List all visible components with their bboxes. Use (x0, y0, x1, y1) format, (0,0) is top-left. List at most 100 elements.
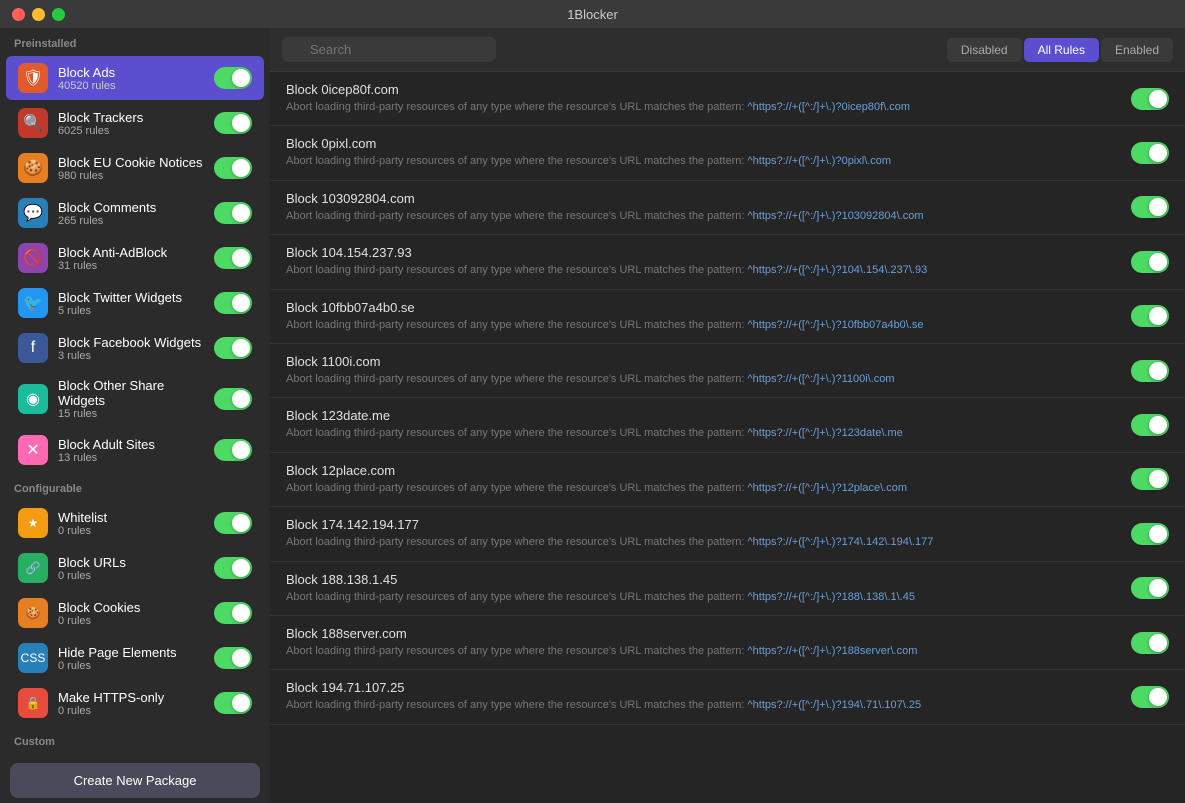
rule-text: Block 10fbb07a4b0.se Abort loading third… (286, 300, 1119, 333)
rule-pattern: ^https?://+([^:/]+\.)?0pixl\.com (747, 155, 891, 167)
rule-text: Block 188.138.1.45 Abort loading third-p… (286, 572, 1119, 605)
toggle-block-urls[interactable] (214, 557, 252, 579)
rule-text: Block 123date.me Abort loading third-par… (286, 408, 1119, 441)
toggle-block-adult[interactable] (214, 439, 252, 461)
rule-desc: Abort loading third-party resources of a… (286, 209, 1119, 224)
rule-item: Block 1100i.com Abort loading third-part… (270, 344, 1185, 398)
item-text-block-twitter: Block Twitter Widgets 5 rules (58, 290, 204, 317)
filter-enabled-button[interactable]: Enabled (1101, 38, 1173, 62)
rule-toggle[interactable] (1131, 414, 1169, 436)
rule-desc: Abort loading third-party resources of a… (286, 154, 1119, 169)
item-name-block-adult: Block Adult Sites (58, 437, 204, 452)
rule-item: Block 123date.me Abort loading third-par… (270, 398, 1185, 452)
close-button[interactable] (12, 8, 25, 21)
item-name-block-comments: Block Comments (58, 200, 204, 215)
sidebar-item-block-comments[interactable]: 💬 Block Comments 265 rules (6, 191, 264, 235)
rule-toggle[interactable] (1131, 251, 1169, 273)
rule-item: Block 188.138.1.45 Abort loading third-p… (270, 562, 1185, 616)
rule-text: Block 174.142.194.177 Abort loading thir… (286, 517, 1119, 550)
rule-title: Block 0icep80f.com (286, 82, 1119, 97)
item-name-block-urls: Block URLs (58, 555, 204, 570)
sidebar-item-make-https[interactable]: 🔒 Make HTTPS-only 0 rules (6, 681, 264, 725)
maximize-button[interactable] (52, 8, 65, 21)
rule-desc: Abort loading third-party resources of a… (286, 426, 1119, 441)
rule-toggle[interactable] (1131, 360, 1169, 382)
item-text-block-cookies: Block Cookies 0 rules (58, 600, 204, 627)
custom-section-label: Custom (0, 726, 270, 753)
toggle-block-twitter[interactable] (214, 292, 252, 314)
sidebar-item-block-urls[interactable]: 🔗 Block URLs 0 rules (6, 546, 264, 590)
rules-list: Block 0icep80f.com Abort loading third-p… (270, 72, 1185, 803)
item-rules-block-facebook: 3 rules (58, 350, 204, 362)
item-text-block-trackers: Block Trackers 6025 rules (58, 110, 204, 137)
toggle-block-facebook[interactable] (214, 337, 252, 359)
toggle-block-share[interactable] (214, 388, 252, 410)
sidebar-item-hide-elements[interactable]: CSS Hide Page Elements 0 rules (6, 636, 264, 680)
rule-text: Block 0pixl.com Abort loading third-part… (286, 136, 1119, 169)
item-name-block-trackers: Block Trackers (58, 110, 204, 125)
item-name-block-twitter: Block Twitter Widgets (58, 290, 204, 305)
filter-all-rules-button[interactable]: All Rules (1024, 38, 1099, 62)
rule-title: Block 194.71.107.25 (286, 680, 1119, 695)
sidebar-item-block-adult[interactable]: ✕ Block Adult Sites 13 rules (6, 428, 264, 472)
rule-toggle[interactable] (1131, 305, 1169, 327)
toggle-whitelist[interactable] (214, 512, 252, 534)
sidebar-item-block-trackers[interactable]: 🔍 Block Trackers 6025 rules (6, 101, 264, 145)
rule-toggle[interactable] (1131, 142, 1169, 164)
rule-item: Block 0pixl.com Abort loading third-part… (270, 126, 1185, 180)
rule-item: Block 188server.com Abort loading third-… (270, 616, 1185, 670)
sidebar-item-block-anti-adblock[interactable]: 🚫 Block Anti-AdBlock 31 rules (6, 236, 264, 280)
rule-toggle[interactable] (1131, 632, 1169, 654)
minimize-button[interactable] (32, 8, 45, 21)
sidebar-item-block-share[interactable]: ◉ Block Other Share Widgets 15 rules (6, 371, 264, 427)
item-rules-block-adult: 13 rules (58, 452, 204, 464)
rule-text: Block 188server.com Abort loading third-… (286, 626, 1119, 659)
rule-pattern: ^https?://+([^:/]+\.)?104\.154\.237\.93 (747, 264, 927, 276)
item-icon-block-share: ◉ (18, 384, 48, 414)
search-input[interactable] (282, 37, 496, 62)
filter-disabled-button[interactable]: Disabled (947, 38, 1022, 62)
toggle-block-cookies[interactable] (214, 602, 252, 624)
rule-toggle[interactable] (1131, 523, 1169, 545)
sidebar-item-block-ads[interactable]: 🛡 Block Ads 40520 rules (6, 56, 264, 100)
preinstalled-section-label: Preinstalled (0, 28, 270, 55)
sidebar-item-block-facebook[interactable]: f Block Facebook Widgets 3 rules (6, 326, 264, 370)
rule-toggle[interactable] (1131, 577, 1169, 599)
rule-toggle[interactable] (1131, 196, 1169, 218)
item-icon-block-twitter: 🐦 (18, 288, 48, 318)
item-text-block-anti-adblock: Block Anti-AdBlock 31 rules (58, 245, 204, 272)
item-name-whitelist: Whitelist (58, 510, 204, 525)
toggle-block-comments[interactable] (214, 202, 252, 224)
sidebar-item-block-eu-cookie[interactable]: 🍪 Block EU Cookie Notices 980 rules (6, 146, 264, 190)
rule-desc: Abort loading third-party resources of a… (286, 318, 1119, 333)
rule-toggle[interactable] (1131, 468, 1169, 490)
item-name-hide-elements: Hide Page Elements (58, 645, 204, 660)
item-text-whitelist: Whitelist 0 rules (58, 510, 204, 537)
toggle-make-https[interactable] (214, 692, 252, 714)
item-rules-block-urls: 0 rules (58, 570, 204, 582)
rule-title: Block 104.154.237.93 (286, 245, 1119, 260)
item-text-hide-elements: Hide Page Elements 0 rules (58, 645, 204, 672)
item-name-block-eu-cookie: Block EU Cookie Notices (58, 155, 204, 170)
toggle-block-eu-cookie[interactable] (214, 157, 252, 179)
configurable-section-label: Configurable (0, 473, 270, 500)
rule-item: Block 104.154.237.93 Abort loading third… (270, 235, 1185, 289)
rule-title: Block 103092804.com (286, 191, 1119, 206)
sidebar-item-block-cookies[interactable]: 🍪 Block Cookies 0 rules (6, 591, 264, 635)
toggle-block-anti-adblock[interactable] (214, 247, 252, 269)
rule-desc: Abort loading third-party resources of a… (286, 698, 1119, 713)
toggle-hide-elements[interactable] (214, 647, 252, 669)
toolbar: 🔍 Disabled All Rules Enabled (270, 28, 1185, 72)
item-rules-block-comments: 265 rules (58, 215, 204, 227)
sidebar-item-whitelist[interactable]: ★ Whitelist 0 rules (6, 501, 264, 545)
toggle-block-trackers[interactable] (214, 112, 252, 134)
rule-desc: Abort loading third-party resources of a… (286, 644, 1119, 659)
rule-pattern: ^https?://+([^:/]+\.)?194\.71\.107\.25 (747, 699, 921, 711)
rule-toggle[interactable] (1131, 686, 1169, 708)
sidebar-item-block-twitter[interactable]: 🐦 Block Twitter Widgets 5 rules (6, 281, 264, 325)
toggle-block-ads[interactable] (214, 67, 252, 89)
item-rules-block-share: 15 rules (58, 408, 204, 420)
rule-toggle[interactable] (1131, 88, 1169, 110)
item-text-block-urls: Block URLs 0 rules (58, 555, 204, 582)
create-package-button[interactable]: Create New Package (10, 763, 260, 798)
